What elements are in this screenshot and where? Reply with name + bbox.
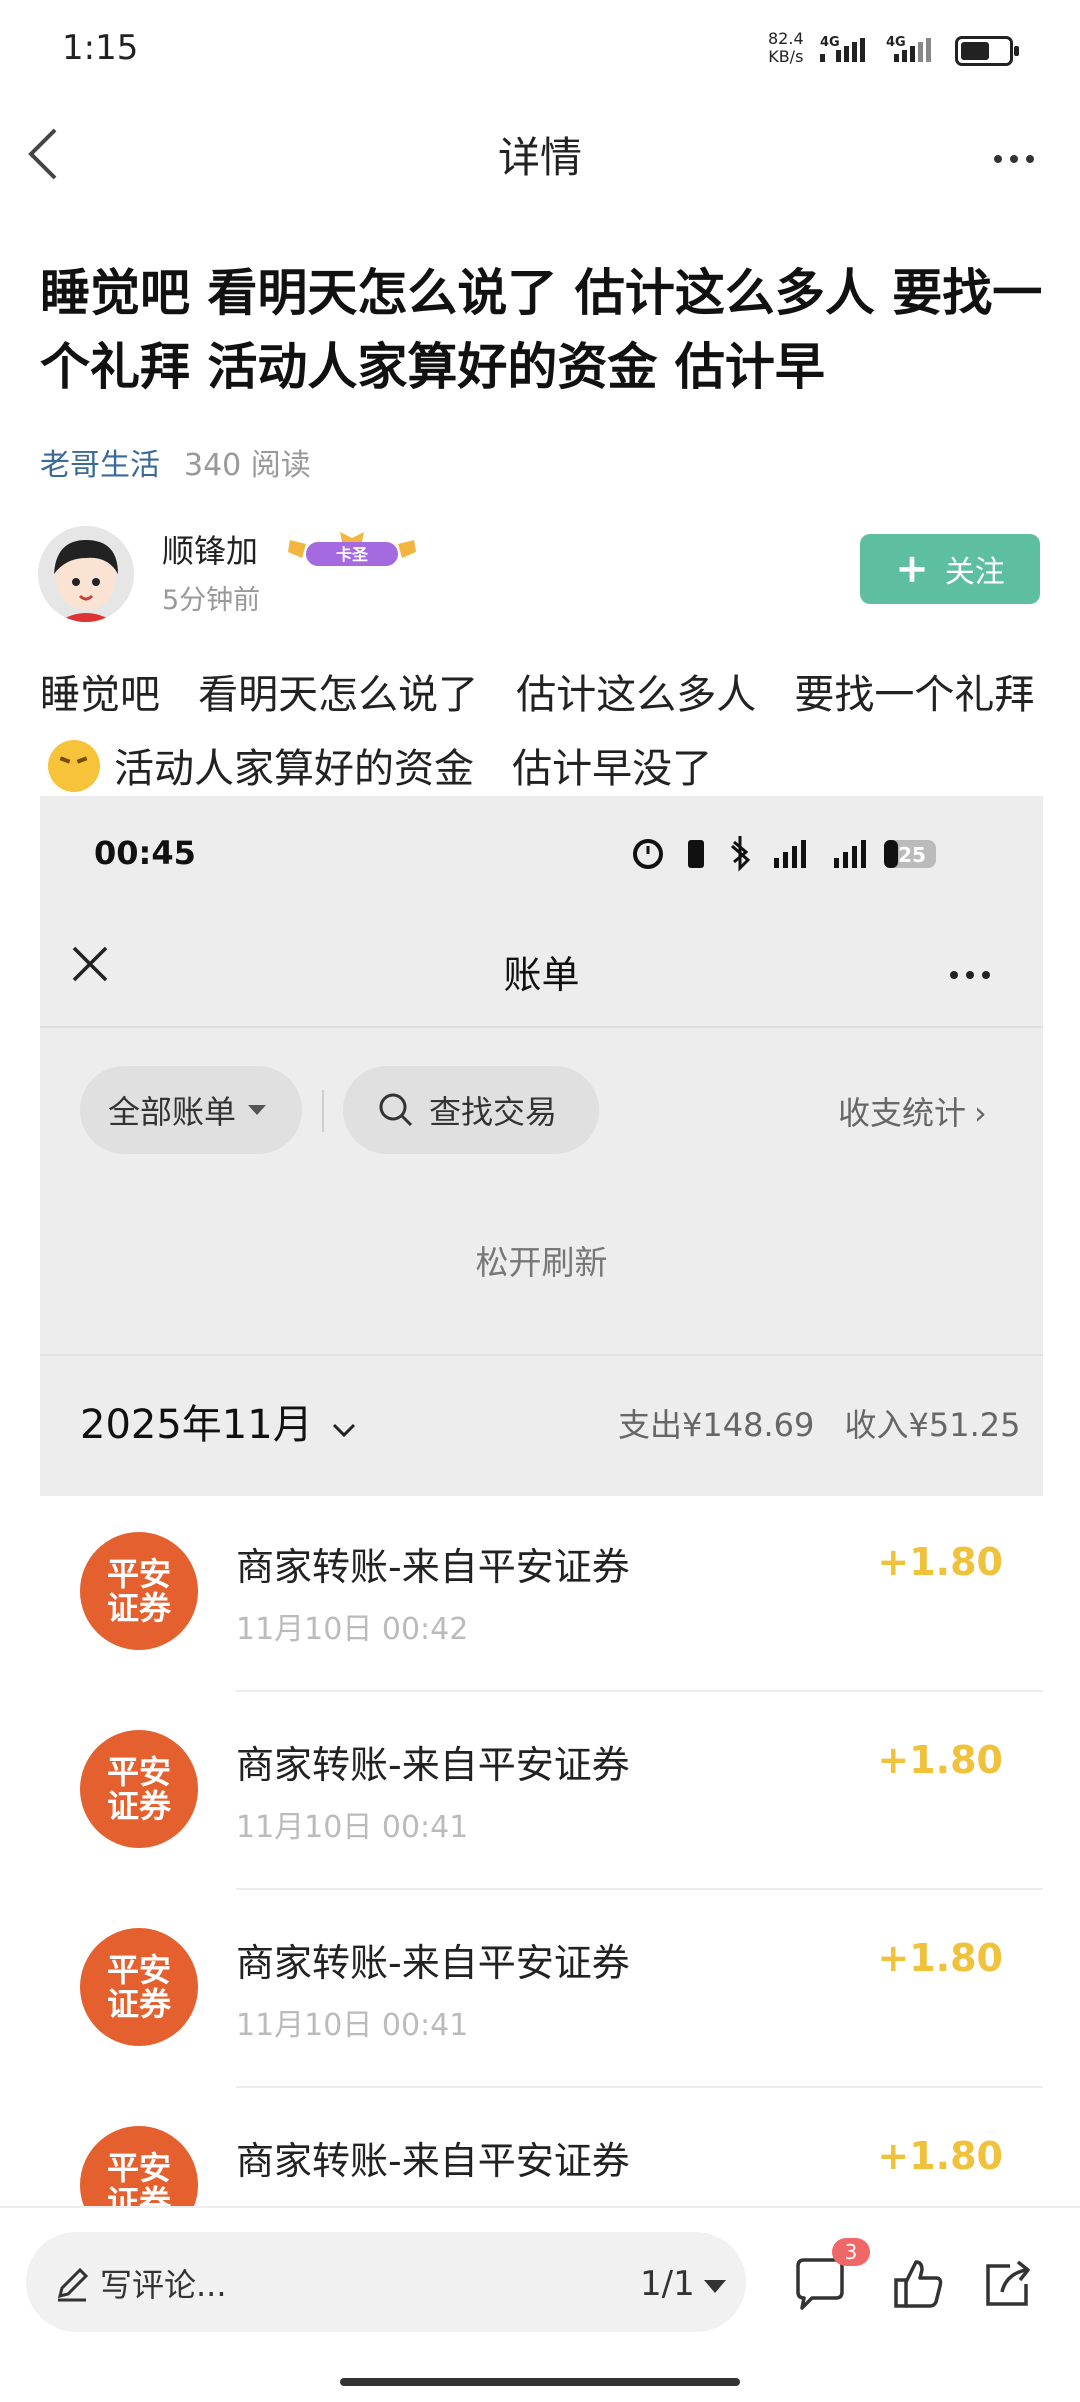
transaction-time: 11月10日 00:42 (236, 1612, 469, 1647)
category-link[interactable]: 老哥生活 (40, 448, 160, 483)
author-name[interactable]: 顺锋加 (162, 526, 258, 572)
caret-down-icon (248, 1105, 267, 1115)
transaction-amount: +1.80 (877, 1540, 1003, 1584)
comment-count-badge: 3 (832, 2238, 870, 2266)
status-bar: 1:15 82.4 KB/s 4G 4G (0, 0, 1080, 100)
transaction-row[interactable]: 平安 证券 商家转账-来自平安证券 11月10日 00:41 +1.80 (40, 1692, 1043, 1890)
grin-emoji-icon (48, 740, 100, 792)
shot-status-time: 00:45 (94, 834, 196, 872)
search-transactions-button[interactable]: 查找交易 (343, 1066, 599, 1154)
article-meta: 老哥生活 340 阅读 (40, 440, 311, 484)
release-to-refresh: 松开刷新 (475, 1243, 608, 1282)
search-icon (379, 1093, 413, 1127)
network-speed-value: 82.4 (768, 29, 804, 48)
pen-icon (57, 2267, 89, 2302)
follow-button[interactable]: + 关注 (860, 534, 1040, 604)
transaction-amount: +1.80 (877, 1936, 1003, 1980)
comment-placeholder[interactable]: 写评论... (100, 2260, 227, 2306)
author-badge-icon: 卡圣 (288, 532, 416, 566)
pingan-logo-icon: 平安 证券 (80, 1532, 198, 1650)
network-speed-unit: KB/s (768, 47, 804, 66)
transaction-row[interactable]: 平安 证券 商家转账-来自平安证券 +1.80 (40, 2088, 1043, 2216)
more-options-icon[interactable] (994, 148, 1042, 167)
network-type-label-2: 4G (886, 35, 906, 50)
transaction-time: 11月10日 00:41 (236, 1810, 469, 1845)
transaction-title: 商家转账-来自平安证券 (236, 2139, 630, 2183)
stats-label: 收支统计 (838, 1094, 967, 1132)
signal-4g-icon-2: 4G (886, 35, 931, 62)
plus-icon: + (895, 546, 929, 592)
share-icon[interactable] (980, 2256, 1034, 2312)
income-total: 收入¥51.25 (844, 1406, 1021, 1444)
all-bills-filter[interactable]: 全部账单 (80, 1066, 302, 1154)
transaction-amount: +1.80 (877, 1738, 1003, 1782)
page-indicator[interactable]: 1/1 (640, 2264, 695, 2304)
stats-link[interactable]: 收支统计 › (838, 1088, 987, 1134)
month-totals: 支出¥148.69 收入¥51.25 (618, 1400, 1021, 1446)
chevron-down-icon (333, 1423, 356, 1438)
chevron-right-icon: › (974, 1094, 987, 1132)
month-label: 2025年11月 (80, 1402, 313, 1448)
network-speed: 82.4 KB/s (768, 30, 804, 66)
body-text-1: 睡觉吧 看明天怎么说了 估计这么多人 要找一个礼拜 (40, 672, 1035, 718)
follow-label: 关注 (944, 555, 1005, 590)
network-type-label-1: 4G (820, 35, 840, 50)
shot-more-icon[interactable] (950, 964, 998, 983)
author-avatar[interactable] (38, 526, 134, 622)
all-bills-label: 全部账单 (108, 1093, 237, 1131)
post-time: 5分钟前 (162, 585, 261, 616)
home-indicator[interactable] (340, 2378, 740, 2386)
pingan-logo-icon: 平安 证券 (80, 2126, 198, 2216)
bill-title: 账单 (503, 953, 580, 997)
shot-battery-level: 25 (898, 843, 926, 867)
search-label: 查找交易 (429, 1093, 558, 1131)
transaction-row[interactable]: 平安 证券 商家转账-来自平安证券 11月10日 00:42 +1.80 (40, 1494, 1043, 1692)
transaction-title: 商家转账-来自平安证券 (236, 1941, 630, 1985)
page-title: 详情 (497, 133, 582, 182)
battery-icon (955, 36, 1019, 66)
thumbs-up-icon[interactable] (892, 2256, 946, 2312)
article-title: 睡觉吧 看明天怎么说了 估计这么多人 要找一个礼拜 活动人家算好的资金 估计早 (40, 264, 1043, 396)
shot-status-icons: 25 (633, 836, 936, 872)
pager-caret-icon[interactable] (704, 2280, 726, 2293)
read-count: 340 阅读 (184, 448, 311, 483)
author-badge-label: 卡圣 (336, 545, 369, 564)
signal-4g-icon: 4G (820, 35, 865, 62)
pingan-logo-icon: 平安 证券 (80, 1928, 198, 2046)
expense-total: 支出¥148.69 (618, 1406, 815, 1444)
month-selector[interactable]: 2025年11月 (80, 1392, 357, 1450)
article-body: 睡觉吧 看明天怎么说了 估计这么多人 要找一个礼拜活动人家算好的资金 估计早没了 (40, 658, 1050, 806)
embedded-screenshot[interactable]: 00:45 25 账单 全部账单 查找交易 收支统计 › 松开刷新 2025年11… (40, 796, 1043, 2216)
transaction-row[interactable]: 平安 证券 商家转账-来自平安证券 11月10日 00:41 +1.80 (40, 1890, 1043, 2088)
avatar-illustration (38, 526, 134, 622)
transaction-amount: +1.80 (877, 2134, 1003, 2178)
body-text-2: 活动人家算好的资金 估计早没了 (114, 746, 713, 792)
pingan-logo-icon: 平安 证券 (80, 1730, 198, 1848)
transaction-title: 商家转账-来自平安证券 (236, 1545, 630, 1589)
status-time: 1:15 (62, 28, 139, 68)
transaction-title: 商家转账-来自平安证券 (236, 1743, 630, 1787)
transaction-time: 11月10日 00:41 (236, 2008, 469, 2043)
